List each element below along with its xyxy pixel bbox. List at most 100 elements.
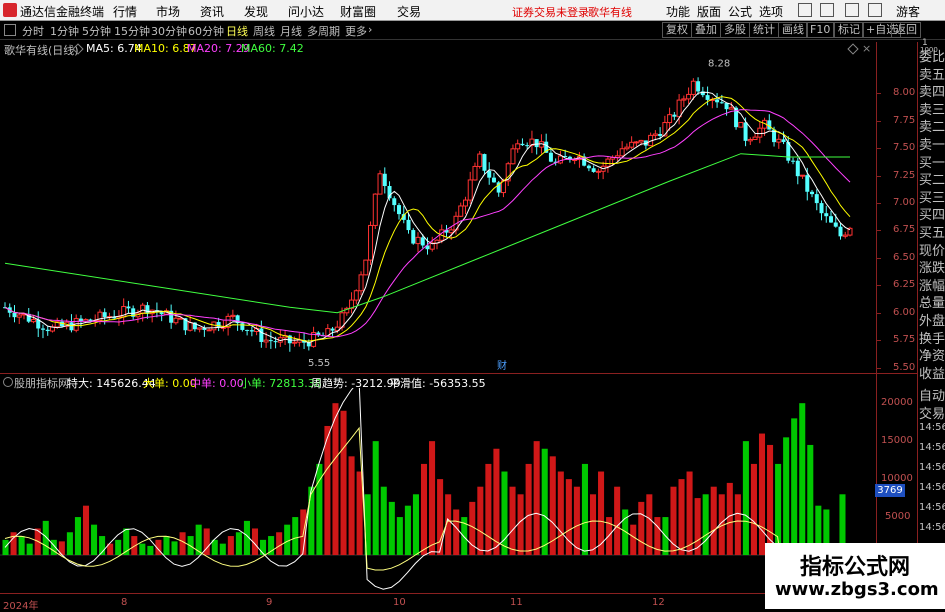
candle-body[interactable]	[595, 170, 601, 173]
candle-body[interactable]	[472, 165, 478, 181]
candle-body[interactable]	[676, 99, 682, 118]
diamond-icon[interactable]	[847, 43, 859, 55]
candle-body[interactable]	[662, 122, 668, 137]
candle-body[interactable]	[12, 312, 17, 318]
btn-overlay[interactable]: 叠加	[691, 22, 721, 38]
candle-body[interactable]	[263, 339, 269, 343]
period-intraday[interactable]: 分时	[22, 23, 44, 39]
candle-body[interactable]	[658, 133, 663, 136]
candle-body[interactable]	[520, 143, 525, 146]
candle-body[interactable]	[397, 205, 402, 215]
candle-body[interactable]	[638, 139, 644, 143]
candle-body[interactable]	[363, 259, 369, 276]
candle-body[interactable]	[715, 99, 720, 103]
candle-body[interactable]	[273, 341, 278, 343]
candle-body[interactable]	[757, 127, 763, 138]
candle-body[interactable]	[534, 139, 539, 148]
period-15min[interactable]: 15分钟	[114, 23, 150, 39]
candle-body[interactable]	[40, 328, 45, 330]
menu-layout[interactable]: 版面	[697, 3, 721, 20]
candle-body[interactable]	[743, 122, 748, 141]
candle-body[interactable]	[102, 312, 107, 318]
candle-body[interactable]	[16, 314, 22, 318]
candle-body[interactable]	[819, 203, 824, 214]
candle-body[interactable]	[259, 328, 264, 342]
candle-body[interactable]	[719, 102, 724, 104]
window-restore-icon[interactable]	[798, 3, 812, 17]
window-icon[interactable]	[820, 3, 834, 17]
candle-body[interactable]	[372, 193, 378, 226]
candle-body[interactable]	[482, 154, 487, 171]
candle-body[interactable]	[140, 304, 146, 314]
candle-body[interactable]	[467, 179, 473, 201]
candle-body[interactable]	[810, 191, 815, 195]
candle-body[interactable]	[415, 236, 421, 245]
candle-body[interactable]	[78, 318, 83, 322]
candle-body[interactable]	[686, 93, 692, 100]
candle-body[interactable]	[724, 102, 729, 110]
candle-body[interactable]	[690, 80, 696, 95]
candle-body[interactable]	[406, 219, 411, 231]
candle-body[interactable]	[45, 329, 50, 332]
candle-body[interactable]	[216, 322, 221, 328]
candle-body[interactable]	[795, 160, 800, 177]
btn-multi-stock[interactable]: 多股	[720, 22, 750, 38]
candle-body[interactable]	[838, 226, 843, 237]
candlestick-chart[interactable]: 8.28 5.55 财	[0, 55, 917, 373]
candle-body[interactable]	[515, 143, 521, 150]
candle-body[interactable]	[206, 329, 212, 332]
btn-draw[interactable]: 画线	[778, 22, 808, 38]
btn-f10[interactable]: F10	[806, 22, 835, 38]
candle-body[interactable]	[752, 136, 758, 141]
sidebar-auto-trade[interactable]: 交易	[919, 403, 945, 422]
candle-body[interactable]	[800, 174, 806, 177]
candle-body[interactable]	[368, 224, 374, 261]
btn-back[interactable]: 返回	[891, 22, 921, 38]
candle-body[interactable]	[292, 341, 298, 344]
candle-body[interactable]	[619, 148, 625, 157]
candle-body[interactable]	[268, 340, 273, 342]
candle-body[interactable]	[240, 323, 245, 330]
candle-body[interactable]	[30, 319, 36, 323]
candle-body[interactable]	[633, 141, 639, 144]
menu-formula[interactable]: 公式	[728, 3, 752, 20]
candle-body[interactable]	[411, 230, 416, 244]
candle-body[interactable]	[738, 121, 744, 128]
candle-body[interactable]	[126, 306, 131, 309]
candle-body[interactable]	[230, 314, 236, 317]
period-30min[interactable]: 30分钟	[151, 23, 187, 39]
sidebar-auto-trade[interactable]: 自动	[919, 385, 945, 404]
candle-body[interactable]	[353, 290, 359, 301]
candle-body[interactable]	[791, 160, 796, 162]
menu-wealth[interactable]: 财富圈	[340, 3, 376, 20]
candle-body[interactable]	[458, 205, 464, 217]
menu-options[interactable]: 选项	[759, 3, 783, 20]
menu-discover[interactable]: 发现	[244, 3, 268, 20]
btn-adjust[interactable]: 复权	[662, 22, 692, 38]
grid-icon[interactable]	[845, 3, 859, 17]
candle-body[interactable]	[728, 107, 734, 110]
candle-body[interactable]	[525, 145, 530, 147]
candle-body[interactable]	[420, 237, 425, 246]
chevron-right-icon[interactable]: ›	[368, 23, 372, 36]
period-daily[interactable]: 日线	[226, 23, 248, 39]
btn-stats[interactable]: 统计	[749, 22, 779, 38]
menu-market[interactable]: 市场	[156, 3, 180, 20]
period-60min[interactable]: 60分钟	[188, 23, 224, 39]
candle-body[interactable]	[824, 213, 829, 217]
candle-body[interactable]	[667, 114, 673, 124]
candle-body[interactable]	[805, 175, 810, 192]
candle-body[interactable]	[491, 177, 496, 183]
candle-body[interactable]	[187, 322, 193, 331]
period-multi[interactable]: 多周期	[307, 23, 340, 39]
candle-body[interactable]	[829, 216, 834, 223]
toggle-panel-icon[interactable]	[4, 24, 16, 36]
window-layout-icon[interactable]	[868, 3, 882, 17]
candle-body[interactable]	[605, 158, 611, 167]
candle-body[interactable]	[448, 229, 454, 234]
candle-body[interactable]	[814, 194, 819, 204]
candle-body[interactable]	[681, 98, 687, 101]
candle-body[interactable]	[586, 165, 591, 169]
candle-body[interactable]	[462, 199, 468, 207]
indicator-settings-icon[interactable]	[3, 377, 13, 387]
